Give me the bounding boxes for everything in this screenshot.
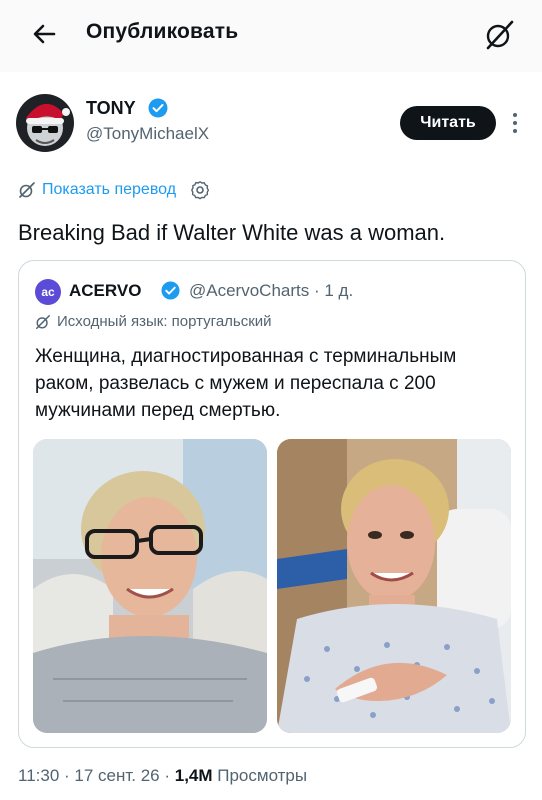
- quote-handle-time[interactable]: @AcervoCharts · 1 д.: [189, 281, 353, 301]
- views-label: Просмотры: [212, 766, 308, 785]
- tweet-text: Breaking Bad if Walter White was a woman…: [18, 220, 446, 245]
- quote-author-name[interactable]: ACERVO: [69, 281, 141, 301]
- author-handle[interactable]: @TonyMichaelX: [86, 124, 209, 144]
- show-translation-label[interactable]: Показать перевод: [42, 181, 176, 199]
- quote-photo-1[interactable]: [33, 439, 267, 733]
- verified-badge-icon: [161, 281, 180, 300]
- show-translation-link[interactable]: Показать перевод: [18, 180, 210, 200]
- views-count: 1,4M: [174, 766, 213, 785]
- more-options-icon[interactable]: [510, 110, 520, 136]
- source-language-row: Исходный язык: португальский: [35, 313, 272, 330]
- quote-avatar[interactable]: ac: [35, 279, 61, 305]
- author-name[interactable]: TONY: [86, 98, 136, 119]
- page-title: Опубликовать: [86, 20, 239, 43]
- quoted-tweet-card[interactable]: ac ACERVO @AcervoCharts · 1 д. Исходный …: [18, 260, 526, 748]
- follow-button[interactable]: Читать: [400, 106, 496, 140]
- tweet-time-date: 11:30 · 17 сент. 26 ·: [18, 766, 175, 785]
- quote-text: Женщина, диагностированная с терминальны…: [35, 346, 457, 421]
- grok-icon[interactable]: [482, 18, 516, 52]
- author-avatar[interactable]: [16, 94, 74, 152]
- grok-translate-icon: [36, 314, 50, 329]
- quote-photo-2[interactable]: [277, 439, 511, 733]
- tweet-meta: 11:30 · 17 сент. 26 · 1,4M Просмотры: [18, 766, 307, 786]
- top-bar: Опубликовать: [0, 0, 542, 72]
- verified-badge-icon: [148, 98, 168, 118]
- grok-translate-icon: [19, 182, 35, 198]
- source-language-label: Исходный язык: португальский: [57, 313, 272, 330]
- gear-icon[interactable]: [190, 180, 210, 200]
- back-arrow-icon[interactable]: [30, 20, 58, 48]
